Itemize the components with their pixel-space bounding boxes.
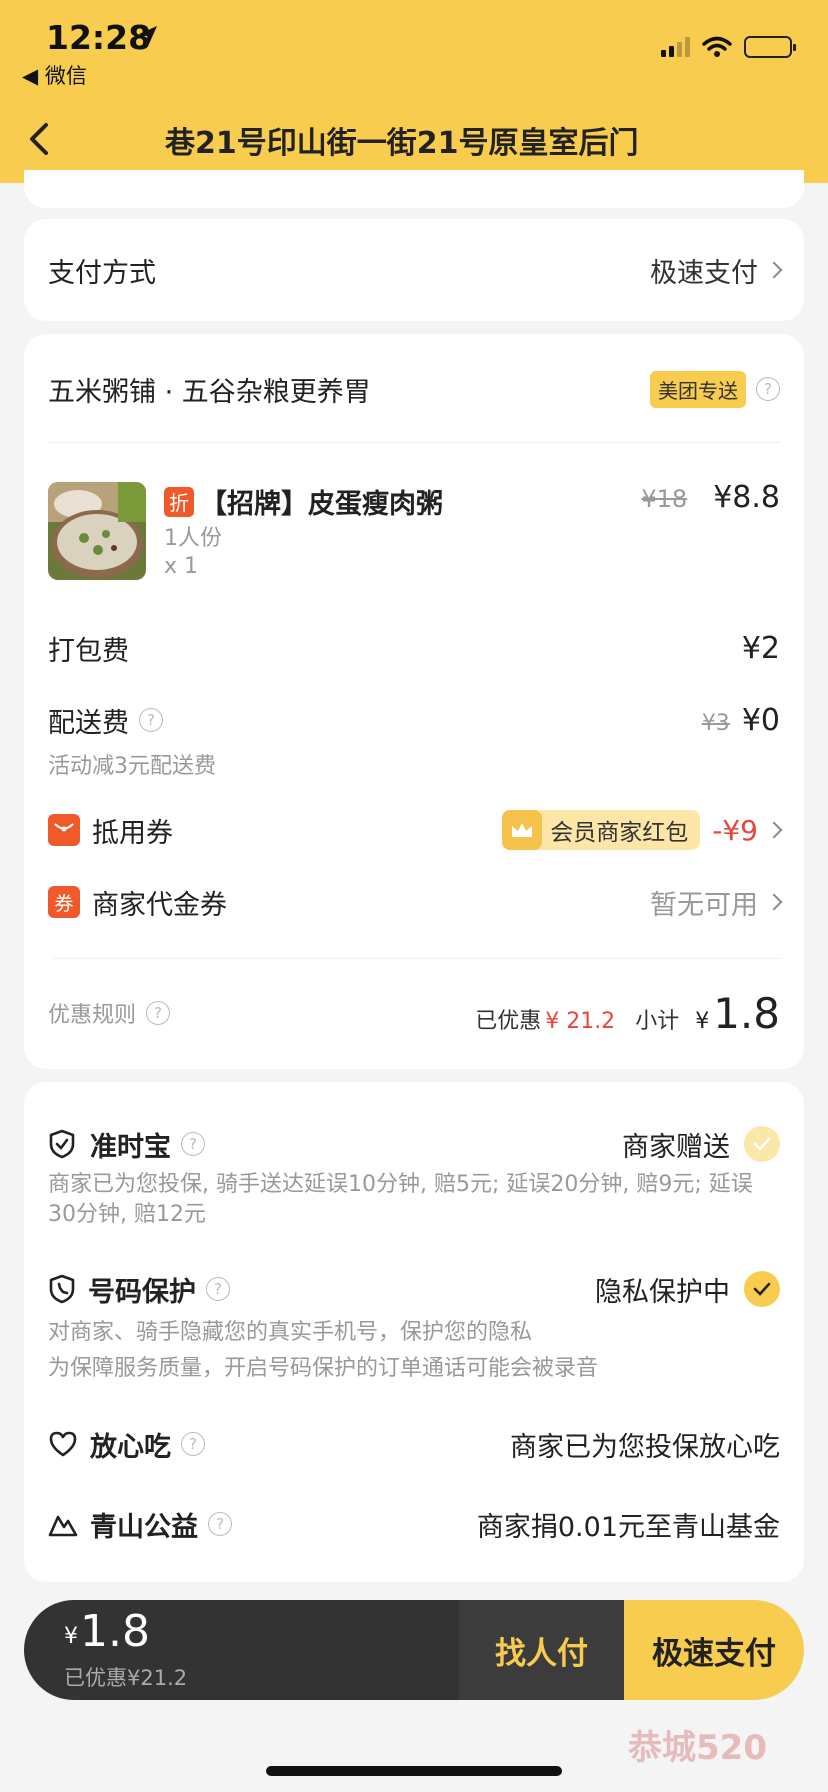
safe-eat-title: 放心吃: [90, 1431, 171, 1463]
ontime-status: 商家赠送: [622, 1131, 730, 1163]
back-to-wechat-link[interactable]: ◀ 微信: [22, 60, 87, 90]
delivery-fee-note: 活动减3元配送费: [48, 754, 216, 779]
saved-label: 已优惠: [475, 1008, 542, 1034]
delivery-address-title[interactable]: 巷21号印山街一街21号原皇室后门: [165, 118, 725, 162]
heart-icon: [49, 1431, 77, 1457]
payment-method-card[interactable]: 支付方式 极速支付: [24, 219, 804, 321]
total-amount: 1.8: [80, 1606, 150, 1657]
shield-check-icon: [49, 1129, 75, 1159]
help-icon[interactable]: ?: [756, 377, 780, 401]
privacy-desc-1: 对商家、骑手隐藏您的真实手机号，保护您的隐私: [48, 1320, 533, 1345]
coupon-amount: -¥9: [712, 813, 758, 847]
ontime-title: 准时宝: [90, 1131, 171, 1163]
item-original-price: ¥18: [641, 485, 688, 513]
back-arrow-icon[interactable]: [26, 122, 52, 156]
item-spec: 1人份: [164, 526, 222, 551]
charity-status: 商家捐0.01元至青山基金: [476, 1511, 780, 1543]
delivery-fee-label: 配送费: [48, 707, 129, 739]
discount-rules-label[interactable]: 优惠规则: [48, 997, 136, 1029]
privacy-title: 号码保护: [88, 1276, 196, 1308]
help-icon[interactable]: ?: [181, 1432, 205, 1456]
chevron-right-icon: [765, 261, 783, 279]
payment-method-label: 支付方式: [48, 257, 156, 289]
help-icon[interactable]: ?: [208, 1512, 232, 1536]
ontime-desc: 商家已为您投保, 骑手送达延误10分钟, 赔5元; 延误20分钟, 赔9元; 延…: [48, 1172, 753, 1227]
divider: [48, 442, 780, 443]
mountain-icon: [48, 1515, 78, 1537]
subtotal-value: 1.8: [713, 988, 780, 1038]
packing-fee-value: ¥2: [741, 630, 780, 666]
checkmark-icon[interactable]: [744, 1271, 780, 1307]
status-icons: [661, 36, 796, 58]
vip-red-packet-label: 会员商家红包: [550, 820, 689, 846]
services-card: 准时宝 ? 商家赠送 商家已为您投保, 骑手送达延误10分钟, 赔5元; 延误2…: [24, 1082, 804, 1582]
coupon-row[interactable]: 抵用券 会员商家红包 -¥9: [48, 806, 783, 854]
discount-badge: 折: [164, 486, 194, 517]
subtotal-currency: ¥: [695, 1008, 710, 1034]
shop-name[interactable]: 五米粥铺 · 五谷杂粮更养胃: [48, 370, 371, 409]
item-price: ¥8.8: [713, 480, 780, 515]
crown-icon: [502, 810, 543, 850]
item-name: 【招牌】皮蛋瘦肉粥: [200, 489, 443, 520]
red-packet-icon: [48, 814, 80, 846]
coupon-label: 抵用券: [92, 817, 173, 849]
status-time: 12:28: [46, 18, 152, 57]
saved-value: ¥ 21.2: [545, 1008, 616, 1034]
help-icon[interactable]: ?: [206, 1277, 230, 1301]
wifi-icon: [702, 36, 732, 57]
safe-eat-status: 商家已为您投保放心吃: [510, 1431, 780, 1463]
help-icon[interactable]: ?: [139, 708, 163, 732]
address-card-edge: [24, 170, 804, 208]
location-arrow-icon: [139, 26, 157, 44]
privacy-desc-2: 为保障服务质量，开启号码保护的订单通话可能会被录音: [48, 1356, 599, 1381]
divider: [54, 958, 780, 959]
checkmark-icon[interactable]: [744, 1126, 780, 1162]
header: 12:28 ◀ 微信 巷21号印山街一街21号原皇室后门: [0, 0, 828, 183]
item-qty: x 1: [164, 554, 199, 579]
total-summary: ¥ 1.8 已优惠¥21.2: [24, 1600, 459, 1700]
signal-icon: [661, 37, 690, 57]
packing-fee-label: 打包费: [48, 635, 129, 667]
payment-method-value: 极速支付: [650, 257, 758, 289]
voucher-icon: 券: [48, 886, 80, 918]
chevron-right-icon: [765, 893, 783, 911]
food-image: [48, 482, 146, 580]
vip-red-packet-badge: 会员商家红包: [502, 810, 701, 850]
privacy-status: 隐私保护中: [595, 1276, 730, 1308]
battery-icon: [744, 36, 796, 58]
quick-pay-button[interactable]: 极速支付: [624, 1600, 804, 1700]
total-currency: ¥: [64, 1624, 78, 1649]
help-icon[interactable]: ?: [146, 1001, 171, 1025]
order-card: 五米粥铺 · 五谷杂粮更养胃 美团专送 ? 折 【招牌】皮蛋瘦肉粥 ¥18 ¥8…: [24, 334, 804, 1069]
charity-title: 青山公益: [90, 1511, 198, 1543]
watermark-logo: 恭城520: [628, 1728, 767, 1768]
total-saved: 已优惠¥21.2: [64, 1666, 188, 1690]
home-indicator[interactable]: [266, 1766, 562, 1776]
chevron-right-icon: [765, 821, 783, 839]
help-icon[interactable]: ?: [181, 1132, 205, 1156]
voucher-row[interactable]: 券 商家代金券 暂无可用: [48, 878, 783, 926]
delivery-tag: 美团专送: [650, 370, 746, 408]
voucher-label: 商家代金券: [92, 889, 227, 921]
bottom-pay-bar: ¥ 1.8 已优惠¥21.2 找人付 极速支付: [24, 1600, 804, 1700]
delivery-fee-original: ¥3: [701, 710, 730, 736]
shield-phone-icon: [49, 1274, 75, 1304]
delivery-fee-value: ¥0: [741, 702, 780, 738]
voucher-value: 暂无可用: [650, 889, 758, 921]
find-someone-pay-button[interactable]: 找人付: [459, 1600, 624, 1700]
subtotal-label: 小计: [635, 1008, 680, 1034]
